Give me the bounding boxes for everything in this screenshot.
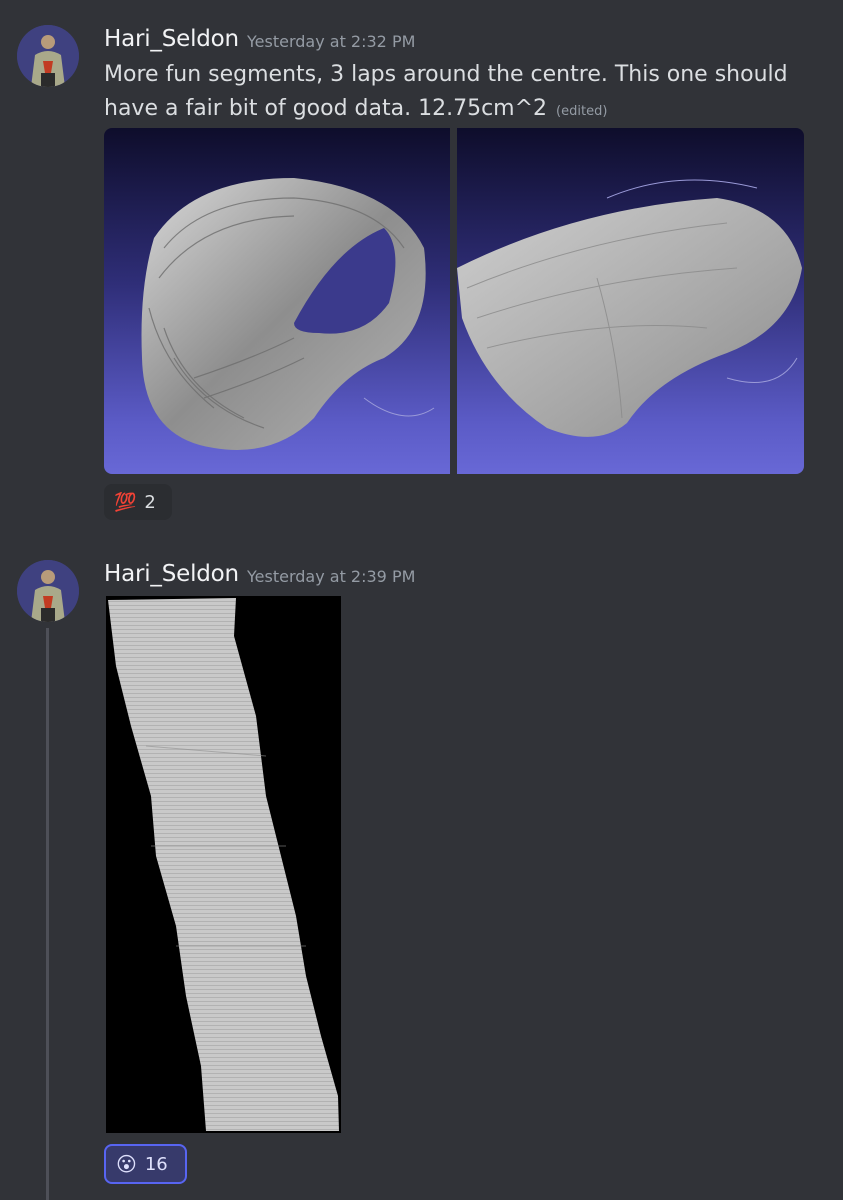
reaction-count: 2 — [144, 491, 156, 513]
message-timestamp[interactable]: Yesterday at 2:39 PM — [247, 567, 415, 586]
avatar-portrait-icon — [17, 560, 79, 622]
message-content: More fun segments, 3 laps around the cen… — [104, 58, 804, 129]
reaction-count: 16 — [144, 1153, 168, 1175]
user-avatar[interactable] — [17, 25, 79, 87]
image-attachment-flattened-segment[interactable] — [106, 596, 341, 1133]
flattened-papyrus-render — [108, 598, 339, 1131]
hundred-points-icon: 💯 — [114, 491, 137, 513]
thread-line — [46, 628, 49, 1200]
author-name[interactable]: Hari_Seldon — [104, 561, 239, 587]
author-name[interactable]: Hari_Seldon — [104, 26, 239, 52]
image-attachment-segment-a[interactable] — [104, 128, 450, 474]
reaction-surprised[interactable]: 😮 16 — [104, 1144, 187, 1184]
reaction-hundred[interactable]: 💯 2 — [104, 484, 172, 520]
surprised-face-icon: 😮 — [116, 1152, 137, 1176]
avatar-portrait-icon — [17, 25, 79, 87]
message-timestamp[interactable]: Yesterday at 2:32 PM — [247, 32, 415, 51]
edited-label: (edited) — [556, 104, 608, 119]
user-avatar[interactable] — [17, 560, 79, 622]
image-attachment-segment-b[interactable] — [457, 128, 804, 474]
scroll-segment-render — [141, 178, 435, 450]
message-text: More fun segments, 3 laps around the cen… — [104, 62, 788, 121]
scroll-segment-render — [457, 179, 802, 437]
